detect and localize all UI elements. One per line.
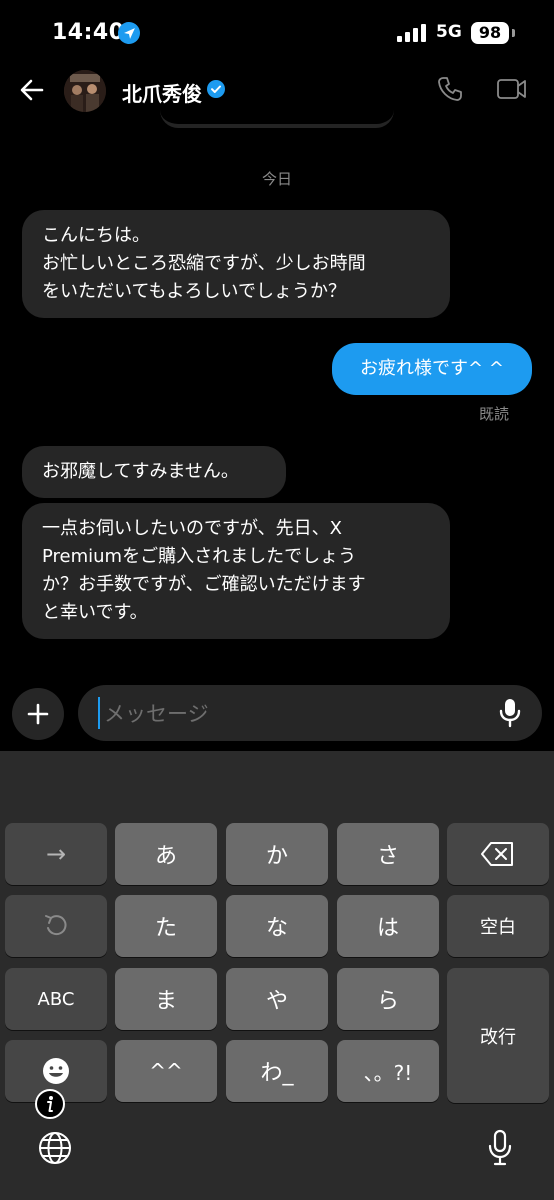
keyboard: → あ か さ た な は 空白 ABC ま や ら 改行 ^^ わ_ 、。?! bbox=[0, 751, 554, 1200]
microphone-icon[interactable] bbox=[496, 697, 524, 729]
location-arrow-icon bbox=[118, 22, 140, 44]
message-line: と幸いです。 bbox=[42, 602, 148, 623]
back-arrow-icon[interactable] bbox=[18, 76, 46, 104]
verified-badge-icon bbox=[207, 80, 225, 98]
key-na[interactable]: な bbox=[226, 895, 328, 957]
message-bubble-incoming[interactable]: 一点お伺いしたいのですが、先日、X Premiumをご購入されましたでしょう か… bbox=[22, 503, 450, 639]
battery-level: 98 bbox=[471, 22, 509, 44]
text-cursor bbox=[98, 697, 100, 729]
space-key[interactable]: 空白 bbox=[447, 895, 549, 957]
contact-name[interactable]: 北爪秀俊 bbox=[122, 78, 202, 107]
globe-icon[interactable] bbox=[38, 1131, 72, 1165]
message-bubble-outgoing[interactable]: お疲れ様です^ ^ bbox=[332, 343, 532, 395]
key-ta[interactable]: た bbox=[115, 895, 217, 957]
add-attachment-button[interactable] bbox=[12, 688, 64, 740]
key-ha[interactable]: は bbox=[337, 895, 439, 957]
emoji-icon bbox=[43, 1058, 69, 1084]
dictation-microphone-icon[interactable] bbox=[486, 1129, 514, 1167]
key-ma[interactable]: ま bbox=[115, 968, 217, 1030]
message-input-placeholder: メッセージ bbox=[104, 702, 209, 726]
return-key[interactable]: 改行 bbox=[447, 968, 549, 1103]
message-line: こんにちは。 bbox=[42, 225, 150, 246]
message-bubble-incoming[interactable]: お邪魔してすみません。 bbox=[22, 446, 286, 498]
plus-icon bbox=[27, 703, 49, 725]
key-next-arrow[interactable]: → bbox=[5, 823, 107, 885]
key-ka[interactable]: か bbox=[226, 823, 328, 885]
backspace-icon bbox=[481, 842, 513, 866]
message-line: 一点お伺いしたいのですが、先日、X bbox=[42, 518, 342, 539]
video-call-icon[interactable] bbox=[496, 75, 528, 103]
battery-tip bbox=[512, 29, 515, 37]
previous-message-edge bbox=[160, 110, 394, 128]
contact-avatar[interactable] bbox=[64, 70, 106, 112]
delete-key[interactable] bbox=[447, 823, 549, 885]
read-receipt: 既読 bbox=[479, 405, 510, 423]
status-time: 14:40 bbox=[52, 20, 125, 45]
message-line: か？お手数ですが、ご確認いただけます bbox=[42, 574, 366, 595]
message-line: をいただいてもよろしいでしょうか？ bbox=[42, 281, 347, 302]
key-undo[interactable] bbox=[5, 895, 107, 957]
key-punctuation[interactable]: 、。?! bbox=[337, 1040, 439, 1102]
message-bubble-incoming[interactable]: こんにちは。 お忙しいところ恐縮ですが、少しお時間 をいただいてもよろしいでしょ… bbox=[22, 210, 450, 318]
key-ra[interactable]: ら bbox=[337, 968, 439, 1030]
key-ya[interactable]: や bbox=[226, 968, 328, 1030]
phone-call-icon[interactable] bbox=[436, 75, 464, 103]
key-sa[interactable]: さ bbox=[337, 823, 439, 885]
network-type: 5G bbox=[436, 22, 462, 42]
date-separator: 今日 bbox=[261, 170, 292, 188]
key-a[interactable]: あ bbox=[115, 823, 217, 885]
key-kaomoji[interactable]: ^^ bbox=[115, 1040, 217, 1102]
abc-key[interactable]: ABC bbox=[5, 968, 107, 1030]
undo-icon bbox=[45, 915, 67, 936]
message-line: お忙しいところ恐縮ですが、少しお時間 bbox=[42, 253, 366, 274]
signal-bars-icon bbox=[397, 24, 429, 46]
message-line: Premiumをご購入されましたでしょう bbox=[42, 546, 357, 567]
key-wa[interactable]: わ_ bbox=[226, 1040, 328, 1102]
info-icon[interactable] bbox=[34, 1088, 66, 1120]
